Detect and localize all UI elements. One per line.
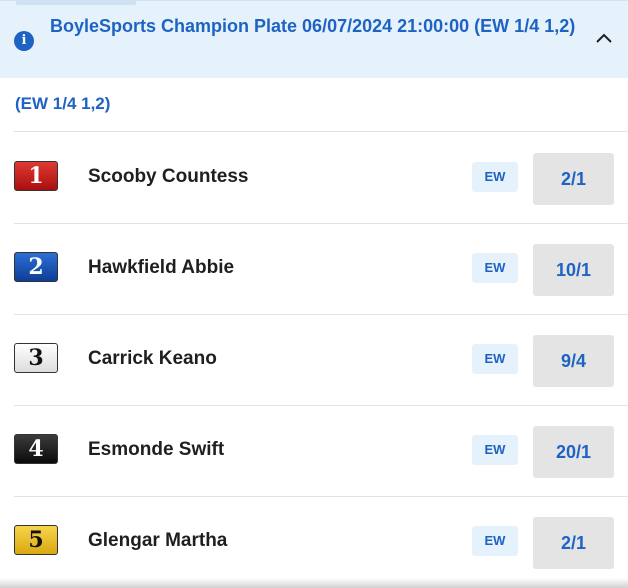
saddle-cloth-number: 5	[14, 525, 58, 555]
chevron-up-icon[interactable]	[592, 27, 616, 51]
runner-row: 2 Hawkfield Abbie EW 10/1	[0, 223, 628, 314]
each-way-badge: EW	[472, 526, 518, 556]
saddle-cloth-number: 2	[14, 252, 58, 282]
runner-name: Esmonde Swift	[88, 439, 225, 460]
runner-row: 4 Esmonde Swift EW 20/1	[0, 405, 628, 496]
each-way-terms: (EW 1/4 1,2)	[15, 94, 111, 113]
odds-button[interactable]: 20/1	[533, 426, 614, 478]
runner-name: Glengar Martha	[88, 530, 228, 551]
runner-row: 5 Glengar Martha EW 2/1	[0, 496, 628, 587]
each-way-badge: EW	[472, 435, 518, 465]
scroll-shadow	[0, 578, 628, 588]
odds-button[interactable]: 9/4	[533, 335, 614, 387]
saddle-cloth-number: 3	[14, 343, 58, 373]
info-icon[interactable]: i	[14, 31, 34, 51]
runner-row: 3 Carrick Keano EW 9/4	[0, 314, 628, 405]
race-header[interactable]: i BoyleSports Champion Plate 06/07/2024 …	[0, 0, 628, 78]
runner-name: Hawkfield Abbie	[88, 257, 235, 278]
odds-button[interactable]: 2/1	[533, 153, 614, 205]
each-way-badge: EW	[472, 344, 518, 374]
runner-name: Carrick Keano	[88, 348, 217, 369]
odds-button[interactable]: 2/1	[533, 517, 614, 569]
odds-button[interactable]: 10/1	[533, 244, 614, 296]
runner-row: 1 Scooby Countess EW 2/1	[0, 132, 628, 223]
runner-name: Scooby Countess	[88, 166, 249, 187]
saddle-cloth-number: 4	[14, 434, 58, 464]
race-title: BoyleSports Champion Plate 06/07/2024 21…	[50, 16, 576, 36]
each-way-badge: EW	[472, 162, 518, 192]
saddle-cloth-number: 1	[14, 161, 58, 191]
each-way-badge: EW	[472, 253, 518, 283]
